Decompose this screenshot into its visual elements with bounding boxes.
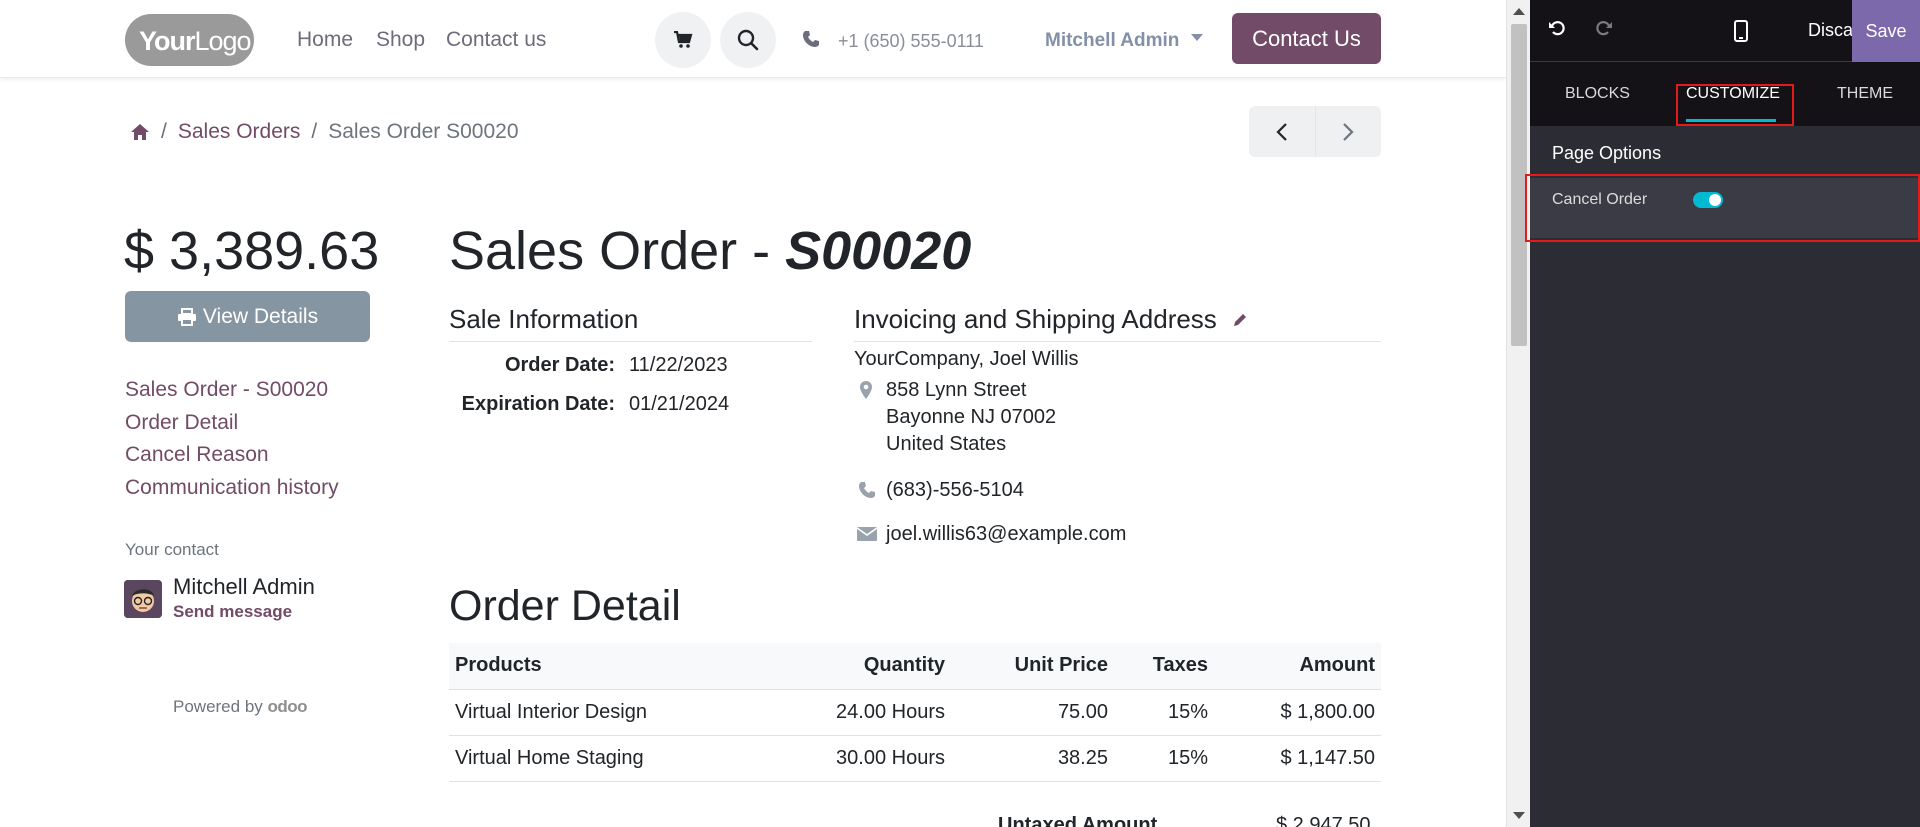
untaxed-amount-label: Untaxed Amount [998,814,1158,827]
amount: $ 1,147.50 [1214,735,1381,782]
customer-phone: (683)-556-5104 [886,479,1024,501]
order-date-value: 11/22/2023 [629,354,728,376]
cart-button[interactable] [655,12,711,68]
highlight-box-cancel-order [1525,174,1920,242]
envelope-icon [856,527,878,541]
page-options-heading: Page Options [1552,143,1662,163]
amount: $ 1,800.00 [1214,689,1381,736]
quantity: 24.00 Hours [769,689,951,736]
powered-by: Powered by odoo [173,697,308,716]
chevron-down-icon [1191,34,1204,42]
expiration-date-value: 01/21/2024 [629,393,730,415]
chevron-right-icon [1343,122,1354,141]
order-total: $ 3,389.63 [124,221,380,281]
phone-icon [859,482,875,498]
phone-icon [803,31,819,47]
unit-price: 38.25 [951,735,1114,782]
customer-email[interactable]: joel.willis63@example.com [886,523,1126,546]
send-message-link[interactable]: Send message [173,602,292,622]
map-marker-icon [860,381,872,399]
toc-link-sales-order[interactable]: Sales Order - S00020 [125,378,339,411]
table-row: Virtual Home Staging 30.00 Hours 38.25 1… [449,735,1381,782]
expiration-date-row: Expiration Date: 01/21/2024 [461,393,730,415]
table-of-contents: Sales Order - S00020 Order Detail Cancel… [125,378,339,508]
taxes: 15% [1114,735,1214,782]
address-street: 858 Lynn Street [886,379,1027,401]
top-navbar: YourLogo Home Shop Contact us +1 (650) 5… [0,0,1506,78]
sale-information-heading: Sale Information [449,304,812,342]
view-details-button[interactable]: View Details [125,291,370,342]
column-header-taxes: Taxes [1114,643,1214,690]
avatar [124,580,162,618]
home-icon[interactable] [130,123,150,141]
your-contact-label: Your contact [125,540,219,559]
toc-link-communication-history[interactable]: Communication history [125,476,339,509]
product-name: Virtual Home Staging [449,735,769,782]
untaxed-amount-value: $ 2,947.50 [1276,814,1371,827]
column-header-amount: Amount [1214,643,1381,690]
table-row: Virtual Interior Design 24.00 Hours 75.0… [449,689,1381,736]
column-header-products: Products [449,643,769,690]
mobile-preview-icon[interactable] [1734,20,1748,42]
order-lines-table: Products Quantity Unit Price Taxes Amoun… [449,643,1381,782]
previous-button[interactable] [1249,106,1316,157]
table-header-row: Products Quantity Unit Price Taxes Amoun… [449,643,1381,690]
order-detail-heading: Order Detail [449,582,681,630]
scroll-down-icon[interactable] [1513,812,1525,819]
address-city: Bayonne NJ 07002 [886,406,1057,428]
site-logo[interactable]: YourLogo [125,14,254,66]
highlight-box-customize-tab [1676,84,1794,126]
customer-name: YourCompany, Joel Willis [854,348,1079,370]
tab-theme[interactable]: THEME [1837,85,1893,103]
website-preview: YourLogo Home Shop Contact us +1 (650) 5… [0,0,1506,827]
contact-us-button[interactable]: Contact Us [1232,13,1381,64]
order-date-row: Order Date: 11/22/2023 [504,354,728,376]
search-button[interactable] [720,12,776,68]
nav-shop[interactable]: Shop [376,28,425,52]
breadcrumb: / Sales Orders / Sales Order S00020 [130,120,519,144]
search-icon [737,29,759,51]
header-phone[interactable]: +1 (650) 555-0111 [838,31,984,52]
scroll-up-icon[interactable] [1513,8,1525,15]
chevron-left-icon [1276,122,1287,141]
taxes: 15% [1114,689,1214,736]
column-header-quantity: Quantity [769,643,951,690]
column-header-unit-price: Unit Price [951,643,1114,690]
redo-icon[interactable] [1594,18,1614,38]
undo-icon[interactable] [1547,18,1567,38]
nav-contact-us[interactable]: Contact us [446,28,546,52]
tab-blocks[interactable]: BLOCKS [1565,85,1630,103]
breadcrumb-current: Sales Order S00020 [328,120,519,143]
user-menu[interactable]: Mitchell Admin [1045,30,1204,52]
address-heading: Invoicing and Shipping Address [854,304,1381,342]
cart-icon [674,31,693,48]
editor-toolbar: Discard Save [1530,0,1920,62]
toc-link-cancel-reason[interactable]: Cancel Reason [125,443,339,476]
record-pager [1249,106,1381,157]
toc-link-order-detail[interactable]: Order Detail [125,411,339,444]
unit-price: 75.00 [951,689,1114,736]
contact-name: Mitchell Admin [173,574,315,599]
next-button[interactable] [1316,106,1382,157]
website-editor-panel: Discard Save BLOCKS CUSTOMIZE THEME Page… [1525,0,1920,827]
quantity: 30.00 Hours [769,735,951,782]
page-scrollbar[interactable] [1506,0,1530,827]
odoo-logo[interactable]: odoo [268,697,308,716]
pencil-icon[interactable] [1232,312,1248,328]
breadcrumb-sales-orders[interactable]: Sales Orders [178,120,301,144]
save-button[interactable]: Save [1852,0,1920,62]
print-icon [177,307,196,326]
product-name: Virtual Interior Design [449,689,769,736]
address-country: United States [886,433,1007,455]
nav-home[interactable]: Home [297,28,353,52]
page-title: Sales Order - S00020 [449,221,972,281]
